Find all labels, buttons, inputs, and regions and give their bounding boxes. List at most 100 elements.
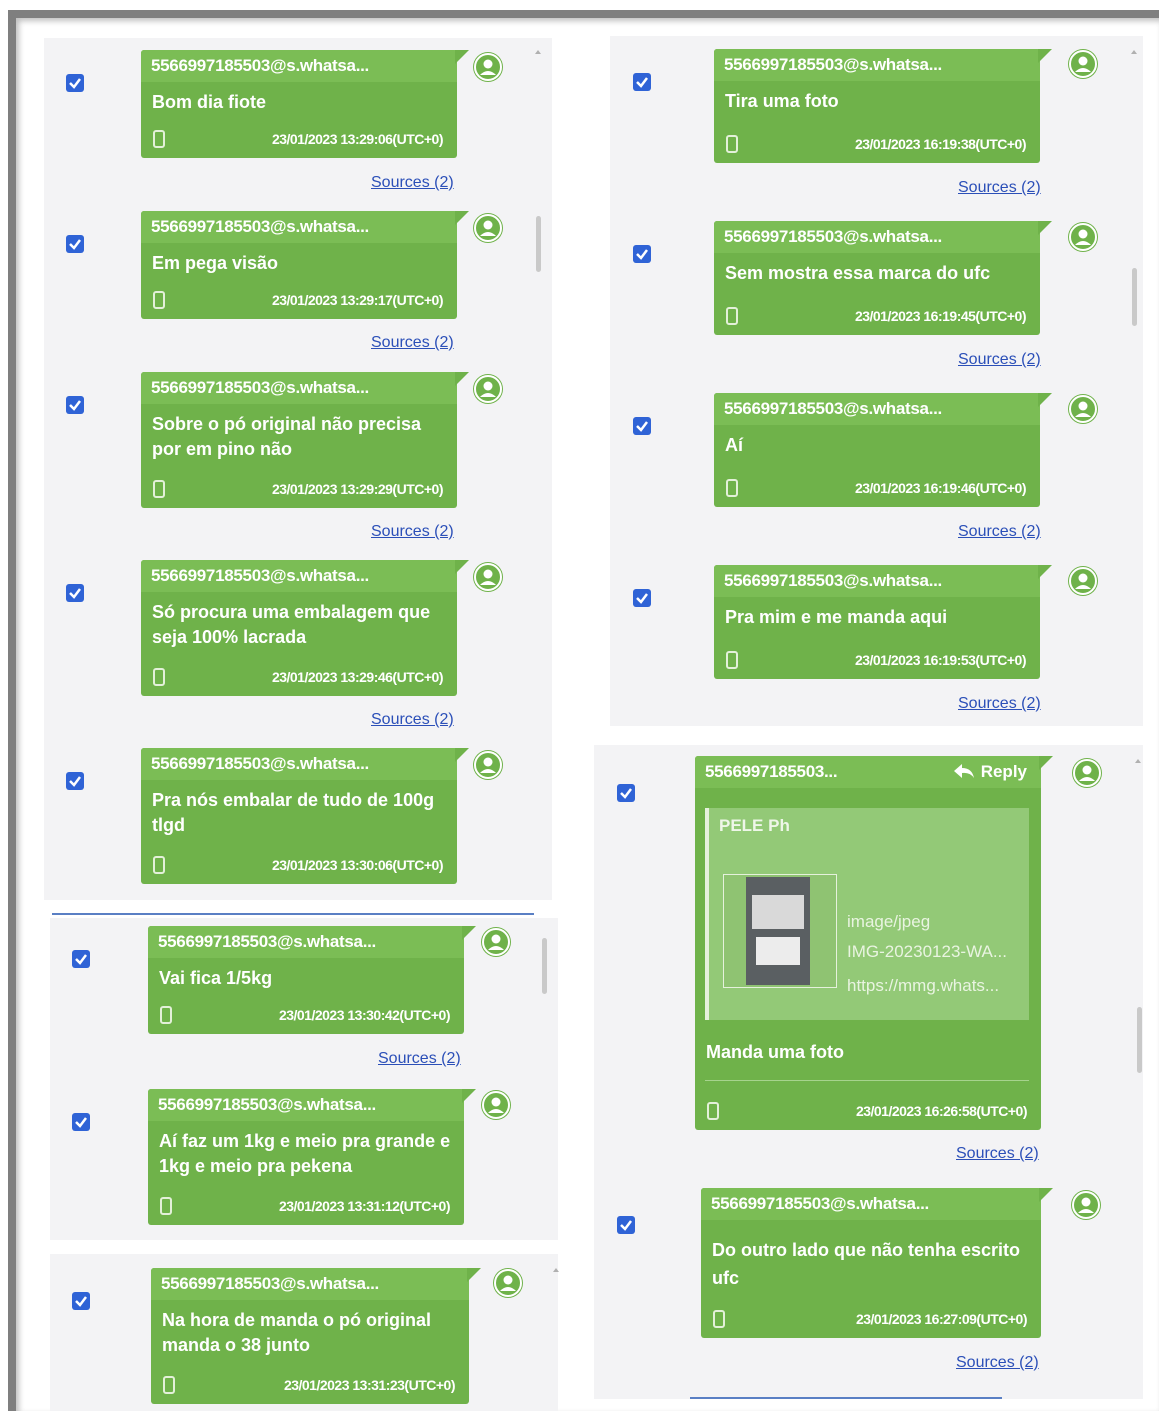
message-text: Sobre o pó original não precisa por em p… [152, 414, 422, 459]
message-bubble[interactable]: 5566997185503@s.whatsa... Só procura uma… [141, 560, 469, 696]
message-timestamp: 23/01/2023 13:30:42(UTC+0) [278, 1007, 451, 1023]
message-text: Bom dia fiote [152, 92, 267, 112]
message-sender: 5566997185503@s.whatsa... [141, 372, 457, 404]
sources-link[interactable]: Sources (2) [371, 174, 454, 192]
avatar-icon [473, 52, 503, 82]
phone-icon [160, 1006, 172, 1024]
sources-link[interactable]: Sources (2) [958, 351, 1041, 369]
attachment-url[interactable]: https://mmg.whats... [847, 976, 999, 996]
sources-link[interactable]: Sources (2) [956, 1354, 1039, 1372]
message-text: Sem mostra essa marca do ufc [725, 263, 991, 283]
avatar-icon [1068, 566, 1098, 596]
bubble-tail [455, 372, 469, 386]
avatar-icon [1068, 394, 1098, 424]
phone-icon [153, 130, 165, 148]
reply-icon [953, 764, 974, 778]
avatar-icon [481, 927, 511, 957]
sources-link[interactable]: Sources (2) [958, 523, 1041, 541]
message-checkbox[interactable] [72, 1113, 90, 1131]
message-checkbox[interactable] [633, 73, 651, 91]
message-sender: 5566997185503@s.whatsa... [714, 393, 1040, 425]
phone-icon [153, 480, 165, 498]
phone-icon [726, 135, 738, 153]
scrollbar-thumb[interactable] [1137, 1007, 1142, 1073]
sources-link[interactable]: Sources (2) [371, 523, 454, 541]
message-sender: 5566997185503@s.whatsa... [141, 560, 457, 592]
message-bubble[interactable]: 5566997185503@s.whatsa... Na hora de man… [151, 1268, 481, 1404]
message-sender: 5566997185503@s.whatsa... [141, 748, 457, 780]
message-sender: 5566997185503@s.whatsa... [148, 926, 464, 958]
bubble-tail [455, 50, 469, 64]
scroll-up-arrow[interactable] [553, 1268, 559, 1272]
sources-link[interactable]: Sources (2) [378, 1050, 461, 1068]
message-bubble[interactable]: 5566997185503@s.whatsa... Pra mim e me m… [714, 565, 1052, 679]
message-timestamp: 23/01/2023 13:29:17(UTC+0) [271, 292, 444, 308]
phone-icon [726, 479, 738, 497]
message-checkbox[interactable] [617, 1216, 635, 1234]
bubble-tail [455, 560, 469, 574]
message-checkbox[interactable] [72, 950, 90, 968]
message-sender: 5566997185503@s.whatsa... [714, 49, 1040, 81]
sources-link[interactable]: Sources (2) [958, 695, 1041, 713]
message-checkbox[interactable] [66, 235, 84, 253]
chat-panel-left-middle: 5566997185503@s.whatsa... Vai fica 1/5kg… [50, 918, 558, 1240]
message-sender: 5566997185503@s.whatsa... [701, 1188, 1041, 1220]
message-checkbox[interactable] [617, 784, 635, 802]
phone-icon [153, 668, 165, 686]
message-sender: 5566997185503@s.whatsa... [141, 50, 457, 82]
message-timestamp: 23/01/2023 16:27:09(UTC+0) [855, 1311, 1028, 1327]
scroll-up-arrow[interactable] [1131, 50, 1137, 54]
sources-link[interactable]: Sources (2) [956, 1145, 1039, 1163]
message-timestamp: 23/01/2023 13:29:46(UTC+0) [271, 669, 444, 685]
message-checkbox[interactable] [633, 245, 651, 263]
message-text: Tira uma foto [725, 91, 839, 111]
message-bubble[interactable]: 5566997185503@s.whatsa... Vai fica 1/5kg… [148, 926, 476, 1034]
message-timestamp: 23/01/2023 13:31:12(UTC+0) [278, 1198, 451, 1214]
avatar-icon [1068, 49, 1098, 79]
bubble-tail [455, 211, 469, 225]
scroll-up-arrow[interactable] [1135, 759, 1141, 763]
message-timestamp: 23/01/2023 16:19:38(UTC+0) [854, 136, 1027, 152]
message-bubble[interactable]: 5566997185503@s.whatsa... Sem mostra ess… [714, 221, 1052, 335]
scrollbar-thumb[interactable] [536, 216, 541, 272]
scrollbar-thumb[interactable] [1132, 268, 1137, 326]
message-text: Do outro lado que não tenha escrito ufc [712, 1240, 1021, 1288]
bubble-tail [455, 748, 469, 762]
message-checkbox[interactable] [633, 417, 651, 435]
message-sender: 5566997185503@s.whatsa... [141, 211, 457, 243]
message-checkbox[interactable] [633, 589, 651, 607]
reply-button[interactable]: Reply [953, 756, 1027, 788]
phone-icon [160, 1197, 172, 1215]
scrollbar-thumb[interactable] [542, 938, 547, 994]
message-checkbox[interactable] [66, 396, 84, 414]
message-bubble[interactable]: 5566997185503@s.whatsa... Bom dia fiote … [141, 50, 469, 158]
reply-message-bubble[interactable]: 5566997185503... Reply PELE Ph image/jpe… [695, 756, 1053, 1130]
sources-link[interactable]: Sources (2) [371, 711, 454, 729]
quoted-message[interactable]: PELE Ph image/jpeg IMG-20230123-WA... ht… [705, 808, 1029, 1020]
phone-icon [713, 1310, 725, 1328]
message-bubble[interactable]: 5566997185503@s.whatsa... Aí 23/01/2023 … [714, 393, 1052, 507]
sources-link[interactable]: Sources (2) [371, 334, 454, 352]
sources-link[interactable]: Sources (2) [958, 179, 1041, 197]
image-thumbnail[interactable] [723, 874, 837, 988]
message-checkbox[interactable] [66, 74, 84, 92]
message-checkbox[interactable] [66, 584, 84, 602]
bubble-tail [462, 1089, 476, 1103]
avatar-icon [473, 750, 503, 780]
message-checkbox[interactable] [72, 1292, 90, 1310]
divider [705, 1080, 1029, 1081]
message-bubble[interactable]: 5566997185503@s.whatsa... Pra nós embala… [141, 748, 469, 884]
message-bubble[interactable]: 5566997185503@s.whatsa... Sobre o pó ori… [141, 372, 469, 508]
scroll-up-arrow[interactable] [535, 50, 541, 54]
avatar-icon [1068, 222, 1098, 252]
message-bubble[interactable]: 5566997185503@s.whatsa... Do outro lado … [701, 1188, 1053, 1338]
message-sender: 5566997185503@s.whatsa... [714, 565, 1040, 597]
message-timestamp: 23/01/2023 16:26:58(UTC+0) [855, 1103, 1028, 1119]
message-checkbox[interactable] [66, 772, 84, 790]
avatar-icon [1072, 758, 1102, 788]
message-sender: 5566997185503@s.whatsa... [714, 221, 1040, 253]
phone-icon [163, 1376, 175, 1394]
message-bubble[interactable]: 5566997185503@s.whatsa... Tira uma foto … [714, 49, 1052, 163]
message-bubble[interactable]: 5566997185503@s.whatsa... Aí faz um 1kg … [148, 1089, 476, 1225]
message-bubble[interactable]: 5566997185503@s.whatsa... Em pega visão … [141, 211, 469, 319]
